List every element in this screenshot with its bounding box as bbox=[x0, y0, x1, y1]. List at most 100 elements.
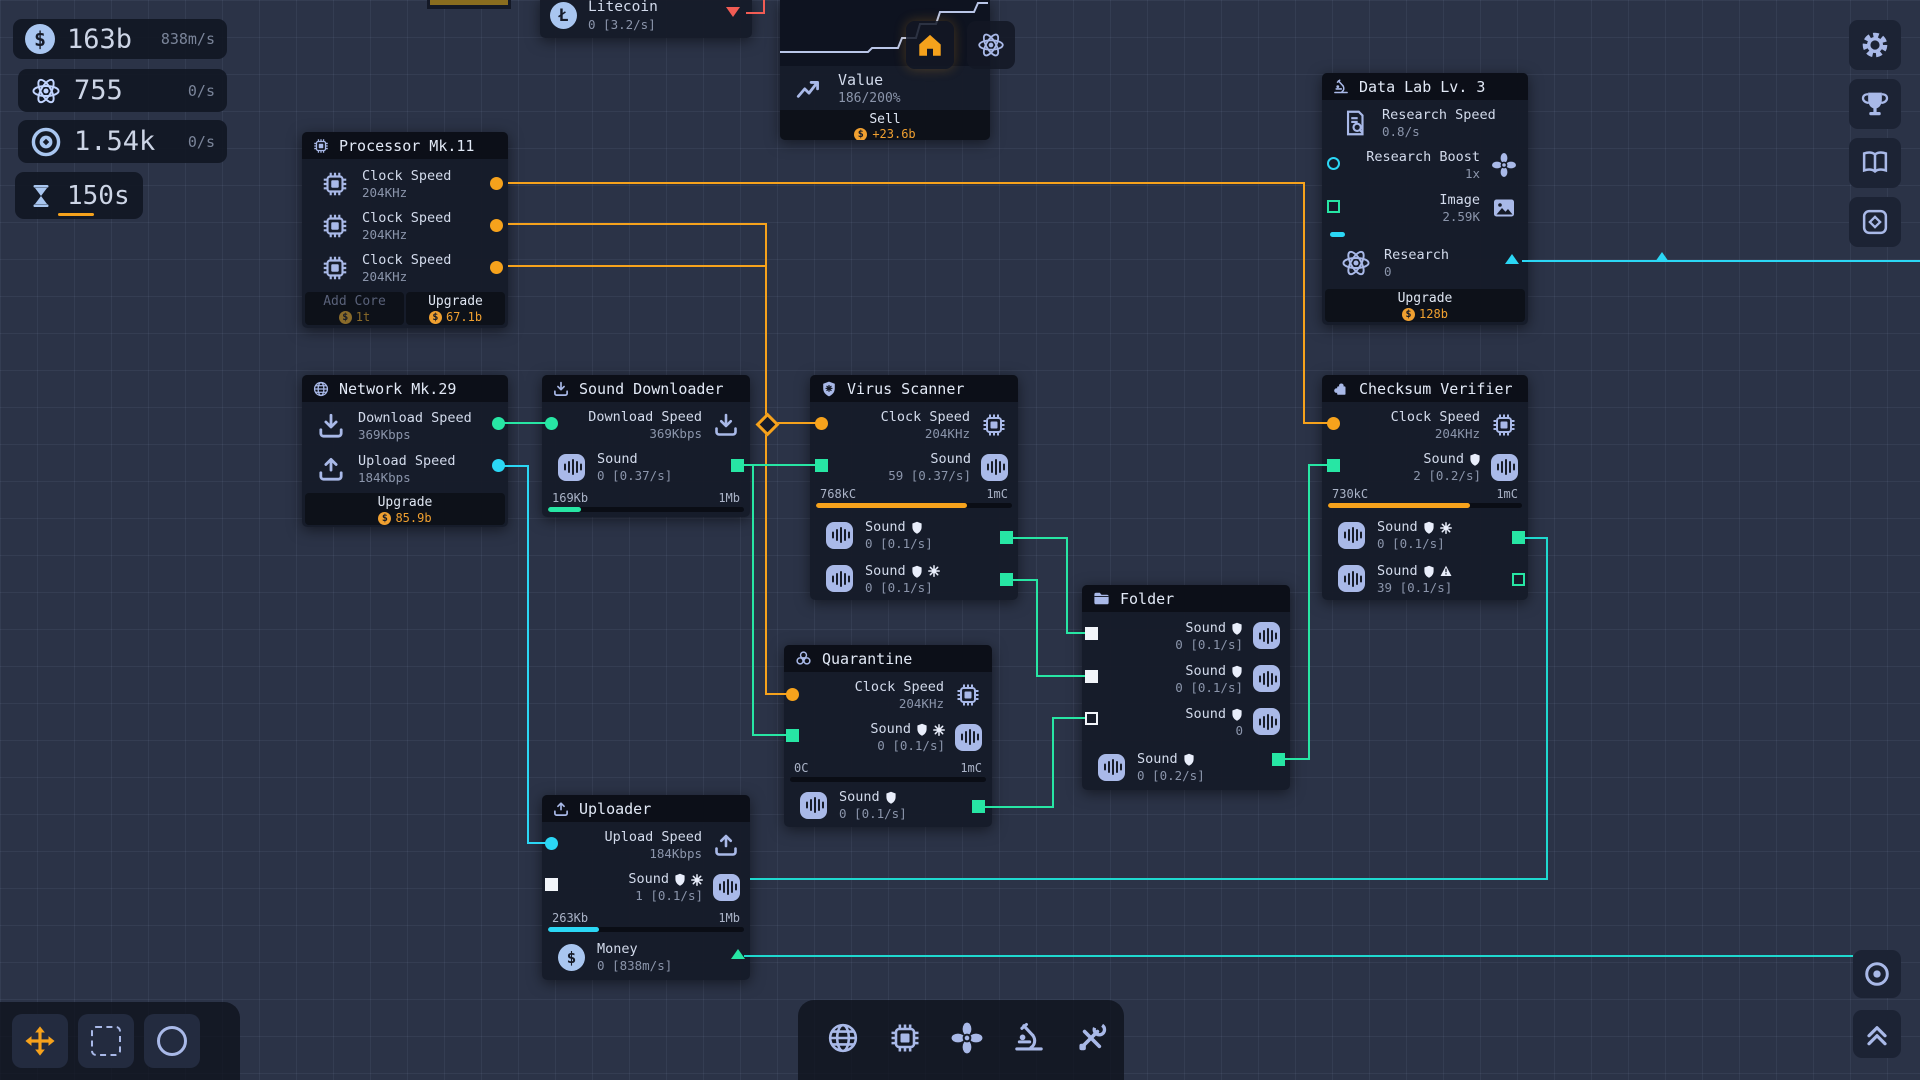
data-lab-upgrade-button[interactable]: Upgrade $128b bbox=[1325, 289, 1525, 322]
port-quarantine-clock-in[interactable] bbox=[786, 688, 799, 701]
collapse-all-button[interactable] bbox=[1853, 1010, 1901, 1058]
row-value: 39 [0.1/s] bbox=[1377, 580, 1452, 595]
capacity-labels: 730kC 1mC bbox=[1332, 487, 1518, 501]
port-quarantine-sound-out[interactable] bbox=[972, 800, 985, 813]
folder-header[interactable]: Folder bbox=[1082, 585, 1290, 612]
quarantine-title: Quarantine bbox=[822, 650, 912, 668]
port-network-download-out[interactable] bbox=[492, 417, 505, 430]
wire-processor-checksum-v bbox=[1303, 182, 1305, 424]
research-rate: 0/s bbox=[188, 82, 215, 100]
network-header[interactable]: Network Mk.29 bbox=[302, 375, 508, 402]
port-datalab-boost-in[interactable] bbox=[1327, 157, 1340, 170]
physics-button[interactable] bbox=[967, 21, 1015, 69]
sound-icon bbox=[1253, 708, 1280, 735]
circle-select-tool-button[interactable] bbox=[144, 1014, 200, 1068]
row-label: Sound bbox=[1377, 563, 1418, 580]
processor-header[interactable]: Processor Mk.11 bbox=[302, 132, 508, 159]
marquee-select-tool-button[interactable] bbox=[78, 1014, 134, 1068]
port-vs-sound-out-2[interactable] bbox=[1000, 573, 1013, 586]
upload-icon bbox=[316, 454, 346, 484]
port-checksum-sound-out-1[interactable] bbox=[1512, 531, 1525, 544]
port-folder-in-1[interactable] bbox=[1085, 627, 1098, 640]
achievements-button[interactable] bbox=[1849, 79, 1901, 129]
build-network-button[interactable] bbox=[819, 1014, 867, 1062]
sound-icon bbox=[826, 565, 853, 592]
virus-scanner-header[interactable]: Virus Scanner bbox=[810, 375, 1018, 402]
node-value[interactable]: Value 186/200% Sell $ +23.6b bbox=[780, 0, 990, 140]
node-virus-scanner[interactable]: Virus Scanner Clock Speed 204KHz Sound 5… bbox=[810, 375, 1018, 600]
port-vs-sound-in[interactable] bbox=[815, 459, 828, 472]
port-processor-clock-out-3[interactable] bbox=[490, 261, 503, 274]
center-view-button[interactable] bbox=[1853, 950, 1901, 998]
port-checksum-clock-in[interactable] bbox=[1327, 417, 1340, 430]
port-processor-clock-out-1[interactable] bbox=[490, 177, 503, 190]
node-processor[interactable]: Processor Mk.11 Clock Speed 204KHz Clock… bbox=[302, 132, 508, 328]
shield-icon bbox=[820, 380, 838, 398]
home-button[interactable] bbox=[906, 21, 954, 69]
wire-processor-branch-v bbox=[765, 223, 767, 695]
sell-button[interactable]: Sell $ +23.6b bbox=[780, 110, 990, 140]
port-datalab-research-out[interactable] bbox=[1505, 254, 1519, 264]
sound-out2-row: Sound 39 [0.1/s] bbox=[1322, 557, 1528, 600]
uploader-header[interactable]: Uploader bbox=[542, 795, 750, 822]
capacity-labels: 768kC 1mC bbox=[820, 487, 1008, 501]
sound-out-row: Sound 0 [0.1/s] bbox=[784, 783, 992, 827]
encyclopedia-button[interactable] bbox=[1849, 138, 1901, 188]
sound-out1-row: Sound 0 [0.1/s] bbox=[1322, 513, 1528, 557]
processor-upgrade-button[interactable]: Upgrade $67.1b bbox=[406, 292, 505, 325]
node-checksum-verifier[interactable]: Checksum Verifier Clock Speed 204KHz Sou… bbox=[1322, 375, 1528, 600]
chip-icon bbox=[312, 137, 330, 155]
port-vs-sound-out-1[interactable] bbox=[1000, 531, 1013, 544]
port-sounddl-sound-out[interactable] bbox=[731, 459, 744, 472]
row-value: 0 bbox=[1384, 264, 1449, 279]
port-sounddl-speed-in[interactable] bbox=[545, 417, 558, 430]
sound-downloader-header[interactable]: Sound Downloader bbox=[542, 375, 750, 402]
port-uploader-speed-in[interactable] bbox=[545, 837, 558, 850]
value-label: Value bbox=[838, 72, 883, 89]
row-label: Sound bbox=[597, 451, 672, 468]
port-quarantine-sound-in[interactable] bbox=[786, 729, 799, 742]
port-uploader-sound-in[interactable] bbox=[545, 878, 558, 891]
port-folder-in-2[interactable] bbox=[1085, 670, 1098, 683]
badge-button[interactable] bbox=[1849, 197, 1901, 247]
build-processor-button[interactable] bbox=[881, 1014, 929, 1062]
add-core-button[interactable]: Add Core $1t bbox=[305, 292, 404, 325]
sound-icon bbox=[1253, 622, 1280, 649]
build-cooling-button[interactable] bbox=[943, 1014, 991, 1062]
build-tools-button[interactable] bbox=[1067, 1014, 1115, 1062]
checksum-header[interactable]: Checksum Verifier bbox=[1322, 375, 1528, 402]
port-folder-in-3[interactable] bbox=[1085, 712, 1098, 725]
upload-icon bbox=[552, 800, 570, 818]
port-vs-clock-in[interactable] bbox=[815, 417, 828, 430]
build-research-button[interactable] bbox=[1005, 1014, 1053, 1062]
node-graph-canvas[interactable]: Ł Litecoin 0 [3.2/s] Value 186/200% Sell… bbox=[0, 0, 1920, 1080]
money-coin-icon: $ bbox=[558, 944, 585, 971]
port-datalab-image-in[interactable] bbox=[1327, 200, 1340, 213]
row-value: 0 [0.1/s] bbox=[865, 536, 933, 551]
settings-button[interactable] bbox=[1849, 20, 1901, 70]
row-value: 204KHz bbox=[1391, 426, 1480, 441]
network-upgrade-button[interactable]: Upgrade $85.9b bbox=[305, 493, 505, 525]
coin-icon: $ bbox=[1402, 308, 1415, 321]
processor-row-clock1: Clock Speed 204KHz bbox=[302, 163, 508, 205]
quarantine-header[interactable]: Quarantine bbox=[784, 645, 992, 672]
node-quarantine[interactable]: Quarantine Clock Speed 204KHz Sound 0 [0… bbox=[784, 645, 992, 827]
port-folder-out[interactable] bbox=[1272, 753, 1285, 766]
node-sound-downloader[interactable]: Sound Downloader Download Speed 369Kbps … bbox=[542, 375, 750, 517]
node-litecoin[interactable]: Ł Litecoin 0 [3.2/s] bbox=[540, 0, 752, 38]
money-counter: $ 163b 838m/s bbox=[13, 19, 227, 59]
port-processor-clock-out-2[interactable] bbox=[490, 219, 503, 232]
port-checksum-sound-in[interactable] bbox=[1327, 459, 1340, 472]
data-lab-header[interactable]: Data Lab Lv. 3 bbox=[1322, 73, 1528, 100]
litecoin-output-port[interactable] bbox=[726, 7, 740, 17]
download-icon bbox=[316, 411, 346, 441]
move-tool-button[interactable] bbox=[12, 1014, 68, 1068]
node-uploader[interactable]: Uploader Upload Speed 184Kbps Sound 1 [0… bbox=[542, 795, 750, 980]
node-folder[interactable]: Folder Sound 0 [0.1/s] Sound 0 [0.1/s] S… bbox=[1082, 585, 1290, 790]
port-network-upload-out[interactable] bbox=[492, 459, 505, 472]
capacity-labels: 263Kb 1Mb bbox=[552, 911, 740, 925]
node-data-lab[interactable]: Data Lab Lv. 3 Research Speed 0.8/s Rese… bbox=[1322, 73, 1528, 325]
node-network[interactable]: Network Mk.29 Download Speed 369Kbps Upl… bbox=[302, 375, 508, 527]
port-checksum-sound-out-2[interactable] bbox=[1512, 573, 1525, 586]
port-uploader-money-out[interactable] bbox=[731, 949, 745, 959]
